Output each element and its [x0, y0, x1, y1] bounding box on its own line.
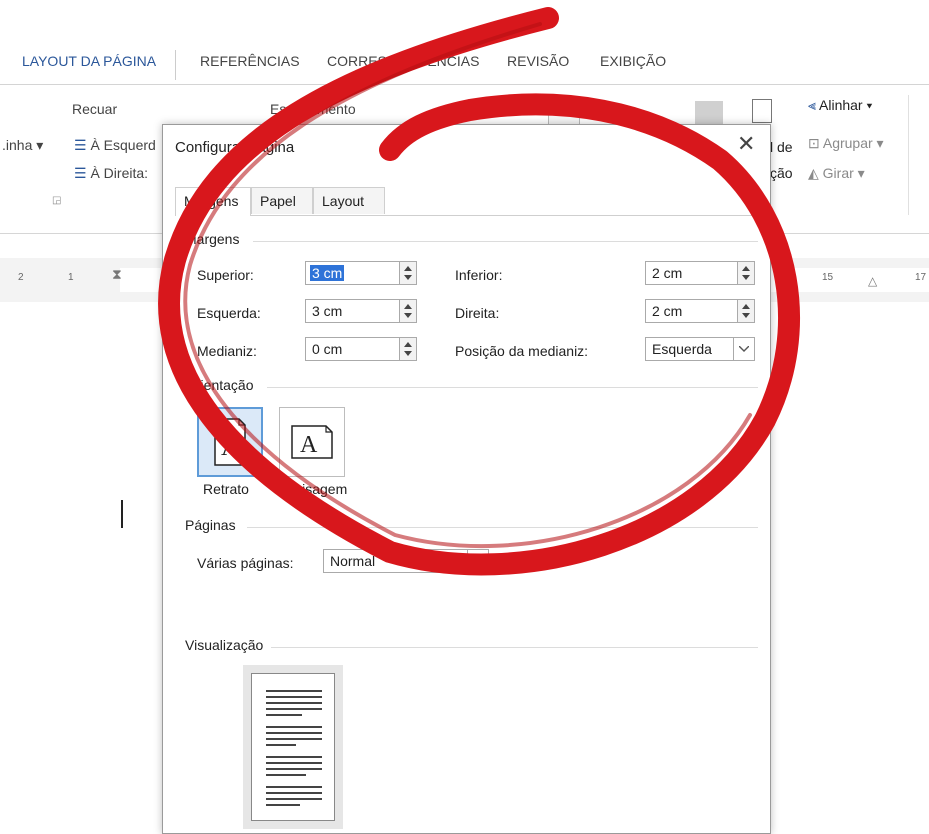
red-annotation-ring: [158, 7, 800, 576]
ring-stroke: [158, 7, 800, 576]
